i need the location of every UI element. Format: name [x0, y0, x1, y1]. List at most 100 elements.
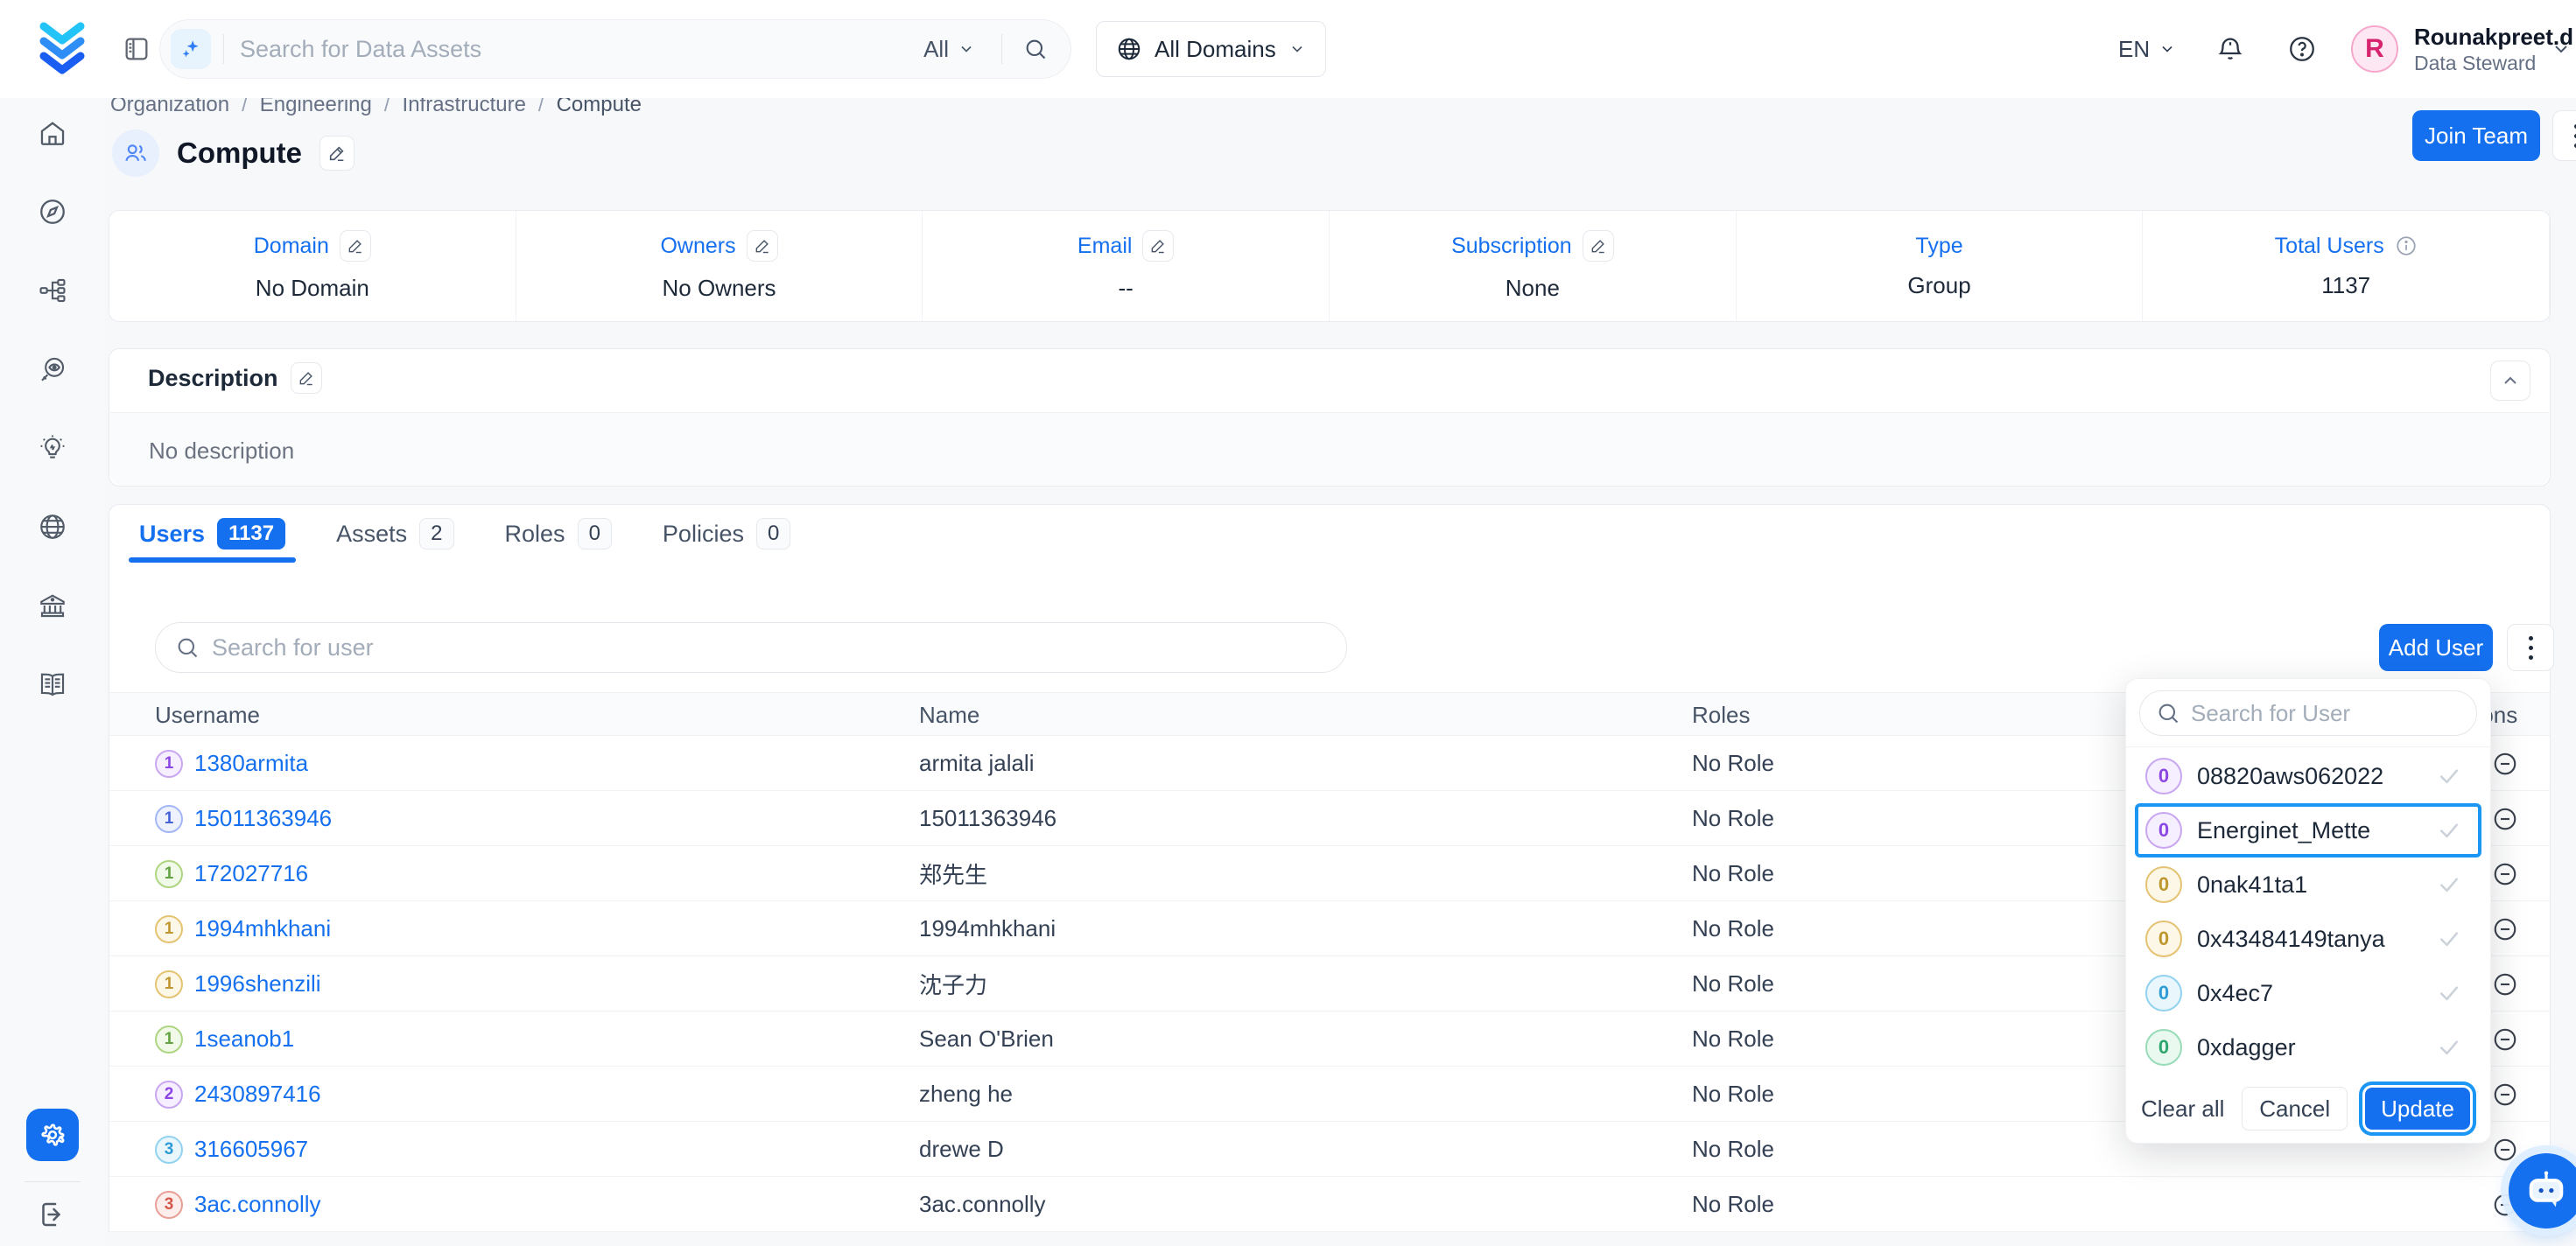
- option-avatar: 0: [2145, 920, 2182, 957]
- sidebar-item-lineage[interactable]: [38, 276, 67, 305]
- user-role-value: No Role: [1692, 736, 1774, 791]
- username-link[interactable]: 1994mhkhani: [194, 915, 331, 942]
- remove-user-button[interactable]: [2492, 751, 2518, 777]
- update-button[interactable]: Update: [2365, 1088, 2470, 1130]
- join-team-button[interactable]: Join Team: [2412, 110, 2540, 161]
- option-label: 08820aws062022: [2197, 763, 2383, 790]
- username-link[interactable]: 1seanob1: [194, 1026, 294, 1053]
- sidebar-item-govern[interactable]: [38, 591, 67, 620]
- username-link[interactable]: 172027716: [194, 860, 308, 887]
- username-link[interactable]: 1380armita: [194, 750, 308, 777]
- option-label: 0x4ec7: [2197, 980, 2273, 1007]
- user-avatar: 1: [155, 1026, 183, 1054]
- username-link[interactable]: 3ac.connolly: [194, 1191, 321, 1218]
- sidebar-toggle-icon[interactable]: [122, 34, 151, 64]
- add-user-button[interactable]: Add User: [2379, 624, 2493, 671]
- remove-user-button[interactable]: [2492, 971, 2518, 998]
- username-link[interactable]: 2430897416: [194, 1081, 321, 1108]
- clear-all-link[interactable]: Clear all: [2141, 1096, 2224, 1123]
- chevron-down-icon[interactable]: [2551, 38, 2572, 60]
- dropdown-option[interactable]: 0 Energinet_Mette: [2135, 803, 2481, 858]
- edit-button[interactable]: [1583, 230, 1614, 262]
- edit-button[interactable]: [340, 230, 371, 262]
- chat-assistant-button[interactable]: [2509, 1153, 2576, 1228]
- option-label: 0xdagger: [2197, 1034, 2296, 1061]
- search-scope-label: All: [923, 36, 949, 63]
- remove-user-button[interactable]: [2492, 861, 2518, 887]
- remove-user-button[interactable]: [2492, 806, 2518, 832]
- summary-cell: Total Users 1137: [2143, 211, 2550, 321]
- remove-user-button[interactable]: [2492, 916, 2518, 942]
- all-domains-label: All Domains: [1155, 36, 1276, 63]
- help-icon[interactable]: [2287, 0, 2317, 98]
- dropdown-option[interactable]: 0 0x4ec7: [2135, 966, 2481, 1020]
- collapse-description-button[interactable]: [2490, 360, 2530, 401]
- notifications-bell-icon[interactable]: [2215, 0, 2245, 98]
- username-link[interactable]: 1996shenzili: [194, 970, 321, 998]
- dropdown-option[interactable]: 0 08820aws062022: [2135, 749, 2481, 803]
- user-search-bar[interactable]: [155, 622, 1347, 673]
- insights-bulb-icon: [38, 433, 67, 463]
- robot-chat-icon: [2523, 1168, 2569, 1214]
- tab-label: Users: [139, 521, 205, 548]
- team-more-actions-button[interactable]: [2552, 110, 2576, 161]
- language-dropdown[interactable]: EN: [2118, 0, 2176, 98]
- app-logo-icon[interactable]: [33, 19, 91, 77]
- search-icon[interactable]: [1023, 37, 1048, 61]
- user-display-name: 15011363946: [919, 791, 1056, 846]
- sidebar-item-home[interactable]: [38, 118, 67, 148]
- global-search-bar[interactable]: All: [159, 19, 1071, 79]
- summary-label: Total Users: [2275, 234, 2384, 259]
- user-display-name: 郑先生: [919, 846, 987, 901]
- edit-button[interactable]: [747, 230, 778, 262]
- user-avatar: 3: [155, 1191, 183, 1219]
- minus-circle-icon: [2492, 861, 2518, 887]
- edit-description-button[interactable]: [291, 362, 322, 394]
- dropdown-option[interactable]: 0 0x43484149tanya: [2135, 912, 2481, 966]
- user-profile-menu[interactable]: R Rounakpreet.d Data Steward: [2351, 0, 2573, 98]
- sidebar-item-settings[interactable]: [26, 1109, 79, 1161]
- dropdown-option-list: 0 08820aws062022 0 Energinet_Mette 0: [2126, 747, 2490, 1076]
- sidebar-item-domains[interactable]: [38, 512, 67, 542]
- dropdown-search-input[interactable]: [2191, 700, 2460, 727]
- global-search-input[interactable]: [240, 36, 923, 63]
- summary-cell: Type Group: [1737, 211, 2144, 321]
- user-search-input[interactable]: [212, 634, 1327, 662]
- tab[interactable]: Users 1137: [129, 505, 296, 563]
- sidebar-item-explore[interactable]: [38, 197, 67, 227]
- edit-button[interactable]: [1142, 230, 1174, 262]
- summary-cell: Subscription None: [1330, 211, 1737, 321]
- username-link[interactable]: 316605967: [194, 1136, 308, 1163]
- dropdown-search-bar[interactable]: [2139, 690, 2477, 736]
- domains-globe-icon: [38, 512, 67, 542]
- tab[interactable]: Roles 0: [495, 505, 622, 563]
- logout-icon[interactable]: [37, 1199, 68, 1230]
- user-avatar: 1: [155, 970, 183, 998]
- dropdown-option[interactable]: 0 0nak41ta1: [2135, 858, 2481, 912]
- sidebar-item-insights[interactable]: [38, 433, 67, 463]
- divider: [1001, 34, 1002, 64]
- minus-circle-icon: [2492, 1026, 2518, 1053]
- minus-circle-icon: [2492, 971, 2518, 998]
- cancel-button[interactable]: Cancel: [2242, 1087, 2348, 1130]
- remove-user-button[interactable]: [2492, 1137, 2518, 1163]
- sidebar-item-glossary[interactable]: [38, 669, 67, 699]
- pencil-icon: [1590, 237, 1607, 255]
- user-role-value: No Role: [1692, 1122, 1774, 1177]
- remove-user-button[interactable]: [2492, 1082, 2518, 1108]
- tab[interactable]: Assets 2: [326, 505, 464, 563]
- all-domains-dropdown[interactable]: All Domains: [1096, 21, 1326, 77]
- user-display-name: 沈子力: [919, 956, 987, 1012]
- tab[interactable]: Policies 0: [652, 505, 801, 563]
- summary-cell: Email --: [923, 211, 1330, 321]
- search-scope-dropdown[interactable]: All: [923, 36, 975, 63]
- sidebar-item-observability[interactable]: [38, 354, 67, 384]
- remove-user-button[interactable]: [2492, 1026, 2518, 1053]
- avatar: R: [2351, 25, 2398, 73]
- table-more-actions-button[interactable]: [2507, 624, 2554, 671]
- lineage-flow-icon: [38, 276, 67, 305]
- dropdown-option[interactable]: 0 0xdagger: [2135, 1020, 2481, 1074]
- username-link[interactable]: 15011363946: [194, 805, 332, 832]
- edit-team-name-button[interactable]: [319, 136, 354, 171]
- option-label: 0x43484149tanya: [2197, 926, 2385, 953]
